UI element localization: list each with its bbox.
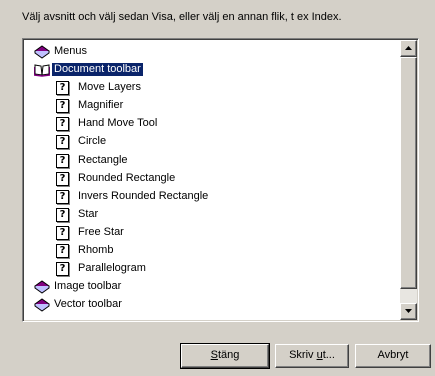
tree-item[interactable]: Document toolbar [30, 61, 398, 79]
help-page-icon: ? [56, 98, 72, 114]
print-button[interactable]: Skriv ut... [275, 344, 349, 368]
tree-item[interactable]: Menus [30, 43, 398, 61]
tree-item-label: Rhomb [78, 244, 114, 257]
tree-item[interactable]: ? Rectangle [30, 152, 398, 170]
arrow-up-icon [405, 46, 412, 50]
instruction-text: Välj avsnitt och välj sedan Visa, eller … [22, 11, 342, 23]
tree-item[interactable]: Vector toolbar [30, 296, 398, 314]
tree-item[interactable]: Image toolbar [30, 278, 398, 296]
topic-tree-list: Menus Document toolbar? Move Layers? Magnif… [30, 43, 398, 314]
tree-item-label: Parallelogram [78, 262, 146, 275]
tree-item-label: Rectangle [78, 153, 128, 166]
scroll-thumb[interactable] [400, 57, 417, 289]
help-page-icon: ? [56, 189, 72, 204]
close-button-access-key: S [210, 349, 218, 361]
tree-item[interactable]: ? Magnifier [30, 97, 398, 115]
topic-tree[interactable]: Menus Document toolbar? Move Layers? Magnif… [22, 38, 419, 322]
tree-item[interactable]: ? Rhomb [30, 242, 398, 260]
help-page-icon: ? [56, 207, 72, 222]
tree-item[interactable]: ? Rounded Rectangle [30, 170, 398, 188]
help-page-icon: ? [56, 261, 72, 277]
tree-item-label: Circle [78, 135, 107, 148]
tree-item[interactable]: ? Invers Rounded Rectangle [30, 188, 398, 206]
cancel-button-label: Avbryt [377, 349, 409, 361]
tree-item-label: Vector toolbar [54, 298, 122, 311]
tree-item-label: Rounded Rectangle [78, 171, 176, 184]
print-button-pre: Skriv [289, 349, 317, 361]
tree-item-label: Free Star [78, 225, 124, 238]
scroll-down-button[interactable] [400, 303, 417, 320]
close-button[interactable]: Stäng [180, 343, 270, 369]
help-page-icon: ? [56, 171, 72, 186]
tree-item[interactable]: ? Free Star [30, 224, 398, 242]
scroll-up-button[interactable] [400, 40, 417, 57]
vertical-scrollbar[interactable] [400, 40, 417, 320]
tree-item-label: Hand Move Tool [78, 117, 158, 130]
help-page-icon: ? [56, 225, 72, 240]
help-page-icon: ? [56, 116, 72, 132]
tree-item-label: Star [78, 207, 99, 220]
tree-item-label: Menus [54, 45, 88, 57]
tree-item-label: Document toolbar [52, 63, 143, 77]
tree-item[interactable]: ? Star [30, 206, 398, 224]
help-page-icon: ? [56, 243, 72, 259]
tree-item-label: Image toolbar [54, 280, 122, 293]
tree-item[interactable]: ? Hand Move Tool [30, 115, 398, 133]
tree-item[interactable]: ? Parallelogram [30, 260, 398, 278]
open-book-icon [33, 62, 51, 77]
help-page-icon: ? [56, 80, 72, 96]
closed-book-icon [34, 297, 50, 312]
tree-item[interactable]: ? Circle [30, 133, 398, 151]
print-button-post: t... [322, 349, 335, 361]
tree-item[interactable]: ? Move Layers [30, 79, 398, 97]
tree-item-label: Invers Rounded Rectangle [78, 189, 209, 202]
closed-book-icon [34, 279, 50, 294]
cancel-button[interactable]: Avbryt [355, 344, 431, 368]
tree-item-label: Magnifier [78, 99, 124, 112]
help-page-icon: ? [56, 153, 72, 168]
closed-book-icon [34, 44, 50, 59]
close-button-post: täng [217, 349, 240, 361]
tree-item-label: Move Layers [78, 81, 141, 94]
help-page-icon: ? [56, 134, 72, 150]
arrow-down-icon [405, 309, 412, 313]
